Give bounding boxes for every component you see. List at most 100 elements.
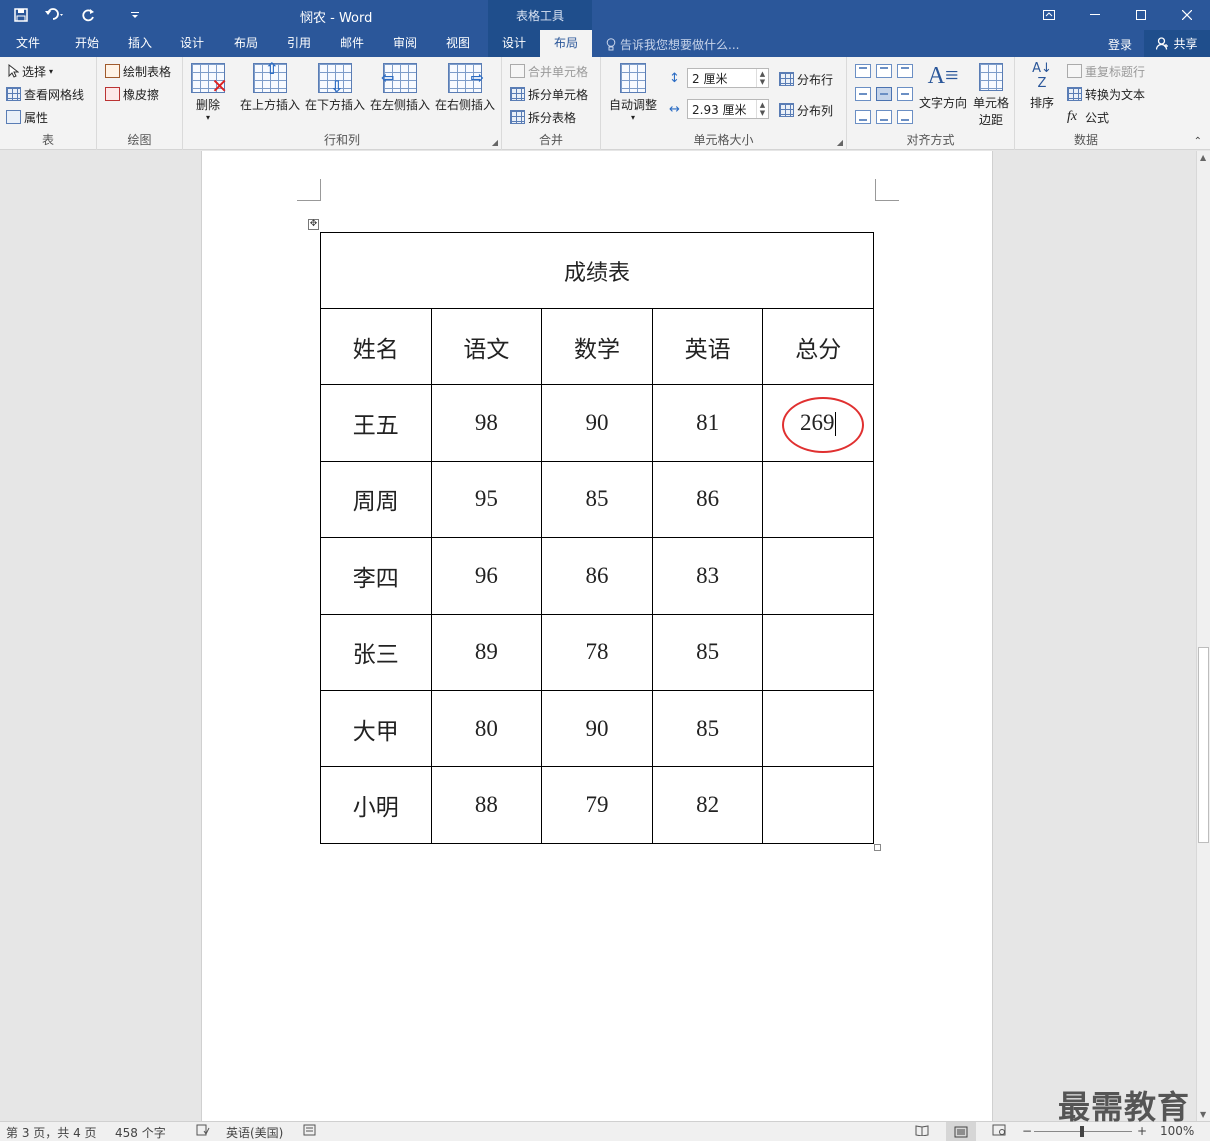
redo-icon[interactable]	[76, 3, 102, 27]
macro-icon[interactable]	[303, 1124, 316, 1139]
cell-name[interactable]: 王五	[320, 384, 432, 462]
word-count[interactable]: 458 个字	[115, 1124, 166, 1141]
tab-design[interactable]: 设计	[166, 30, 218, 57]
insert-right-button[interactable]: ⇨ 在右侧插入	[434, 57, 496, 113]
zoom-out-icon[interactable]: −	[1022, 1124, 1032, 1138]
column-width-spinner[interactable]: ▲ ▼	[756, 100, 768, 118]
draw-table-button[interactable]: 绘制表格	[105, 61, 171, 81]
cell-english[interactable]: 85	[651, 689, 764, 768]
tab-view[interactable]: 视图	[432, 30, 484, 57]
cell-english[interactable]: 82	[651, 766, 764, 844]
merge-cells-button[interactable]: 合并单元格	[510, 61, 588, 81]
customize-qat-icon[interactable]	[122, 3, 148, 27]
cell-margins-button[interactable]: 单元格 边距	[971, 57, 1011, 128]
sign-in-link[interactable]: 登录	[1108, 36, 1132, 53]
formula-button[interactable]: fx 公式	[1067, 107, 1109, 127]
tab-insert[interactable]: 插入	[114, 30, 166, 57]
tab-home[interactable]: 开始	[60, 30, 114, 57]
ribbon-display-options-icon[interactable]	[1026, 0, 1072, 30]
tab-file[interactable]: 文件	[0, 30, 56, 57]
cell-english[interactable]: 85	[651, 613, 764, 691]
cell-math[interactable]: 85	[541, 460, 653, 539]
sort-button[interactable]: A↓ Z 排序	[1025, 57, 1059, 111]
cell-total[interactable]	[762, 766, 874, 844]
autofit-button[interactable]: 自动调整 ▾	[605, 57, 661, 122]
row-height-spinner[interactable]: ▲ ▼	[756, 69, 768, 87]
text-direction-button[interactable]: A≡ 文字方向	[917, 57, 969, 111]
language-indicator[interactable]: 英语(美国)	[226, 1124, 283, 1141]
cell-math[interactable]: 86	[541, 537, 653, 615]
insert-left-button[interactable]: ⇦ 在左侧插入	[369, 57, 431, 113]
dialog-launcher-icon[interactable]: ◢	[837, 138, 843, 147]
split-cells-button[interactable]: 拆分单元格	[510, 84, 588, 104]
cell-chinese[interactable]: 89	[430, 613, 543, 691]
distribute-columns-button[interactable]: 分布列	[779, 100, 833, 120]
cell-chinese[interactable]: 96	[430, 537, 543, 615]
proofing-icon[interactable]	[196, 1124, 210, 1139]
cell-english[interactable]: 83	[651, 537, 764, 615]
align-top-left-icon[interactable]	[855, 64, 871, 78]
share-button[interactable]: 共享	[1144, 30, 1210, 57]
header-cell-chinese[interactable]: 语文	[430, 307, 543, 386]
row-height-input[interactable]: 2 厘米 ▲ ▼	[687, 68, 769, 88]
tab-table-design[interactable]: 设计	[488, 30, 540, 57]
align-top-right-icon[interactable]	[897, 64, 913, 78]
cell-chinese[interactable]: 95	[430, 460, 543, 539]
cell-english[interactable]: 86	[651, 460, 764, 539]
table-resize-handle[interactable]	[874, 844, 881, 851]
align-bottom-right-icon[interactable]	[897, 110, 913, 124]
undo-icon[interactable]	[38, 3, 72, 27]
tab-references[interactable]: 引用	[273, 30, 325, 57]
align-bottom-left-icon[interactable]	[855, 110, 871, 124]
web-layout-icon[interactable]	[992, 1124, 1006, 1139]
distribute-rows-button[interactable]: 分布行	[779, 69, 833, 89]
repeat-header-rows-button[interactable]: 重复标题行	[1067, 61, 1145, 81]
read-mode-icon[interactable]	[915, 1124, 929, 1139]
tab-layout[interactable]: 布局	[220, 30, 272, 57]
cell-chinese[interactable]: 98	[430, 384, 543, 462]
align-middle-center-icon[interactable]	[876, 87, 892, 101]
align-bottom-center-icon[interactable]	[876, 110, 892, 124]
cell-total[interactable]	[762, 537, 874, 615]
page-count[interactable]: 第 3 页，共 4 页	[6, 1124, 97, 1141]
header-cell-math[interactable]: 数学	[541, 307, 653, 386]
convert-to-text-button[interactable]: 转换为文本	[1067, 84, 1145, 104]
header-cell-name[interactable]: 姓名	[320, 307, 432, 386]
cell-math[interactable]: 78	[541, 613, 653, 691]
vertical-scrollbar[interactable]: ▲ ▼	[1196, 151, 1210, 1121]
cell-chinese[interactable]: 80	[430, 689, 543, 768]
align-middle-left-icon[interactable]	[855, 87, 871, 101]
eraser-button[interactable]: 橡皮擦	[105, 84, 159, 104]
collapse-ribbon-icon[interactable]: ⌃	[1194, 136, 1202, 147]
cell-math[interactable]: 79	[541, 766, 653, 844]
tab-review[interactable]: 审阅	[379, 30, 431, 57]
table-title-cell[interactable]: 成绩表	[320, 232, 874, 309]
cell-name[interactable]: 周周	[320, 460, 432, 539]
tell-me-box[interactable]: 告诉我您想要做什么...	[606, 36, 739, 53]
header-cell-english[interactable]: 英语	[651, 307, 764, 386]
cell-total[interactable]	[762, 689, 874, 768]
cell-total[interactable]	[762, 613, 874, 691]
cell-name[interactable]: 小明	[320, 766, 432, 844]
scroll-down-icon[interactable]: ▼	[1200, 1110, 1206, 1119]
cell-math[interactable]: 90	[541, 384, 653, 462]
properties-button[interactable]: 属性	[6, 107, 48, 127]
align-top-center-icon[interactable]	[876, 64, 892, 78]
table-move-handle-icon[interactable]: ✥	[308, 219, 319, 230]
cell-name[interactable]: 张三	[320, 613, 432, 691]
column-width-input[interactable]: 2.93 厘米 ▲ ▼	[687, 99, 769, 119]
scrollbar-thumb[interactable]	[1198, 647, 1209, 843]
cell-total[interactable]	[762, 460, 874, 539]
print-layout-icon[interactable]	[946, 1122, 976, 1141]
split-table-button[interactable]: 拆分表格	[510, 107, 576, 127]
cell-name[interactable]: 大甲	[320, 689, 432, 768]
cell-chinese[interactable]: 88	[430, 766, 543, 844]
insert-above-button[interactable]: ⇧ 在上方插入	[239, 57, 301, 113]
cell-math[interactable]: 90	[541, 689, 653, 768]
tab-table-layout[interactable]: 布局	[540, 30, 592, 57]
align-middle-right-icon[interactable]	[897, 87, 913, 101]
cell-name[interactable]: 李四	[320, 537, 432, 615]
cell-english[interactable]: 81	[651, 384, 764, 462]
insert-below-button[interactable]: ⇩ 在下方插入	[304, 57, 366, 113]
cell-total-active[interactable]: 269	[762, 384, 874, 462]
